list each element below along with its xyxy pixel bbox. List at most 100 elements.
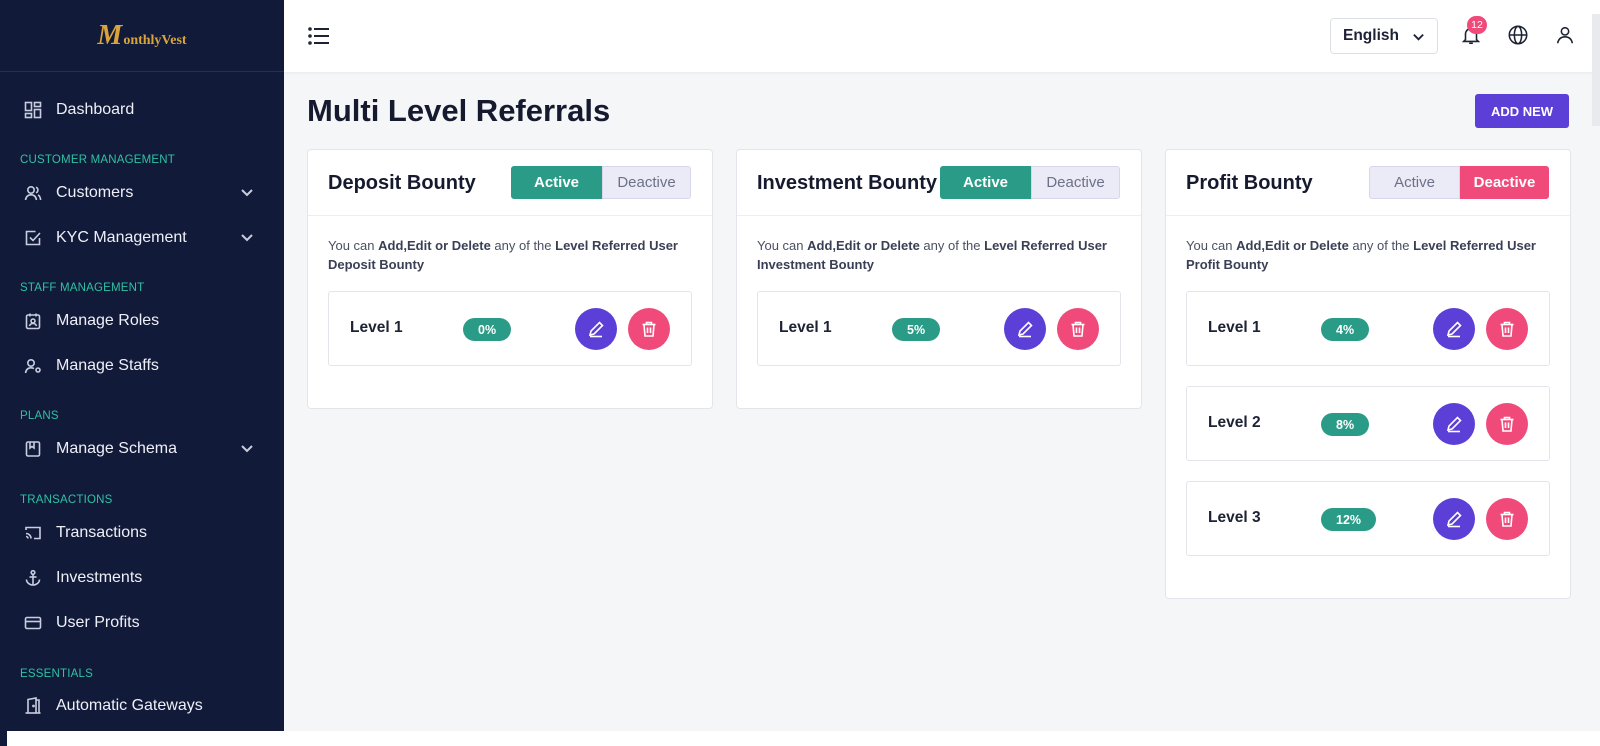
sidebar-item-customers[interactable]: Customers	[0, 173, 284, 213]
sidebar-item-manage-staffs[interactable]: Manage Staffs	[0, 346, 284, 386]
sidebar-section-label: PLANS	[20, 410, 59, 422]
sidebar-item-automatic-gateways[interactable]: Automatic Gateways	[0, 686, 284, 726]
edit-button[interactable]	[1433, 308, 1475, 350]
edit-button[interactable]	[575, 308, 617, 350]
sidebar-item-label: Automatic Gateways	[56, 697, 203, 714]
language-select-value: English	[1343, 27, 1399, 44]
percent-badge: 4%	[1321, 318, 1370, 341]
delete-button[interactable]	[1486, 403, 1528, 445]
sidebar-item-investments[interactable]: Investments	[0, 558, 284, 598]
sidebar-item-manage-schema[interactable]: Manage Schema	[0, 429, 284, 469]
card-description: You can Add,Edit or Delete any of the Le…	[328, 238, 678, 272]
chevron-down-icon	[1412, 30, 1425, 43]
level-name: Level 1	[350, 319, 403, 336]
percent-badge: 8%	[1321, 413, 1370, 436]
level-row: Level 1 5%	[757, 291, 1121, 366]
status-toggle: Active Deactive	[1369, 166, 1549, 199]
sidebar-item-label: Investments	[56, 569, 143, 586]
sidebar-item-label: Customers	[56, 184, 134, 201]
sidebar-item-dashboard[interactable]: Dashboard	[0, 90, 284, 130]
scrollbar[interactable]	[1592, 14, 1600, 126]
bottom-scrollbar[interactable]	[7, 731, 1600, 746]
logo-text: MonthlyVest	[97, 19, 187, 51]
pencil-icon	[1445, 510, 1463, 528]
level-row: Level 1 4%	[1186, 291, 1550, 366]
user-icon[interactable]	[1554, 24, 1576, 46]
active-toggle-button[interactable]: Active	[940, 166, 1031, 199]
chevron-down-icon	[240, 441, 254, 455]
status-toggle: Active Deactive	[940, 166, 1120, 199]
level-name: Level 1	[1208, 319, 1261, 336]
delete-button[interactable]	[1486, 498, 1528, 540]
add-new-button[interactable]: ADD NEW	[1475, 94, 1569, 128]
sidebar-item-user-profits[interactable]: User Profits	[0, 603, 284, 643]
sidebar-item-kyc-management[interactable]: KYC Management	[0, 218, 284, 258]
cast-icon	[24, 524, 42, 542]
globe-icon[interactable]	[1507, 24, 1529, 46]
delete-button[interactable]	[628, 308, 670, 350]
pencil-icon	[1016, 320, 1034, 338]
sidebar-item-label: Manage Staffs	[56, 357, 159, 374]
pencil-icon	[1445, 320, 1463, 338]
edit-button[interactable]	[1433, 498, 1475, 540]
card-padding	[737, 366, 1141, 408]
delete-button[interactable]	[1057, 308, 1099, 350]
users-icon	[24, 184, 42, 202]
sidebar-item-label: KYC Management	[56, 229, 187, 246]
sidebar-section-label: STAFF MANAGEMENT	[20, 282, 145, 294]
level-name: Level 1	[779, 319, 832, 336]
anchor-icon	[24, 569, 42, 587]
menu-toggle-icon[interactable]	[308, 26, 330, 46]
door-icon	[24, 697, 42, 715]
notification-badge: 12	[1467, 16, 1487, 34]
card-title: Deposit Bounty	[328, 172, 476, 194]
level-name: Level 3	[1208, 509, 1261, 526]
sidebar-item-label: Dashboard	[56, 101, 135, 118]
sidebar-section-label: ESSENTIALS	[20, 668, 93, 680]
deactive-toggle-button[interactable]: Deactive	[1460, 166, 1549, 199]
user-cog-icon	[24, 357, 42, 375]
logo[interactable]: MonthlyVest	[0, 0, 284, 72]
card-padding	[1166, 556, 1570, 598]
sidebar-item-label: Transactions	[56, 524, 147, 541]
sidebar-section-label: TRANSACTIONS	[20, 494, 113, 506]
checkbox-icon	[24, 229, 42, 247]
deactive-toggle-button[interactable]: Deactive	[602, 166, 691, 199]
chevron-down-icon	[240, 230, 254, 244]
pencil-icon	[1445, 415, 1463, 433]
deactive-toggle-button[interactable]: Deactive	[1031, 166, 1120, 199]
status-toggle: Active Deactive	[511, 166, 691, 199]
schema-icon	[24, 440, 42, 458]
level-row: Level 2 8%	[1186, 386, 1550, 461]
percent-badge: 0%	[463, 318, 512, 341]
card-header: Deposit Bounty Active Deactive	[308, 150, 712, 216]
active-toggle-button[interactable]: Active	[1369, 166, 1460, 199]
dashboard-icon	[24, 101, 42, 119]
sidebar-item-transactions[interactable]: Transactions	[0, 513, 284, 553]
card-title: Investment Bounty	[757, 172, 938, 194]
language-select[interactable]: English	[1330, 18, 1438, 54]
sidebar: MonthlyVest Dashboard CUSTOMER MANAGEMENT…	[0, 0, 284, 746]
level-name: Level 2	[1208, 414, 1261, 431]
card-description: You can Add,Edit or Delete any of the Le…	[1186, 238, 1536, 272]
level-row: Level 1 0%	[328, 291, 692, 366]
delete-button[interactable]	[1486, 308, 1528, 350]
card-title: Profit Bounty	[1186, 172, 1313, 194]
trash-icon	[1498, 320, 1516, 338]
card-header: Investment Bounty Active Deactive	[737, 150, 1141, 216]
card-header: Profit Bounty Active Deactive	[1166, 150, 1570, 216]
active-toggle-button[interactable]: Active	[511, 166, 602, 199]
sidebar-item-label: Manage Schema	[56, 440, 177, 457]
profit-bounty-card: Profit Bounty Active Deactive You can Add,E…	[1165, 149, 1571, 599]
card-padding	[308, 366, 712, 408]
trash-icon	[640, 320, 658, 338]
page-title: Multi Level Referrals	[307, 93, 611, 128]
edit-button[interactable]	[1004, 308, 1046, 350]
edit-button[interactable]	[1433, 403, 1475, 445]
percent-badge: 5%	[892, 318, 941, 341]
deposit-bounty-card: Deposit Bounty Active Deactive You can Add,…	[307, 149, 713, 409]
credit-card-icon	[24, 614, 42, 632]
sidebar-item-manage-roles[interactable]: Manage Roles	[0, 301, 284, 341]
sidebar-item-label: User Profits	[56, 614, 140, 631]
card-description: You can Add,Edit or Delete any of the Le…	[757, 238, 1107, 272]
